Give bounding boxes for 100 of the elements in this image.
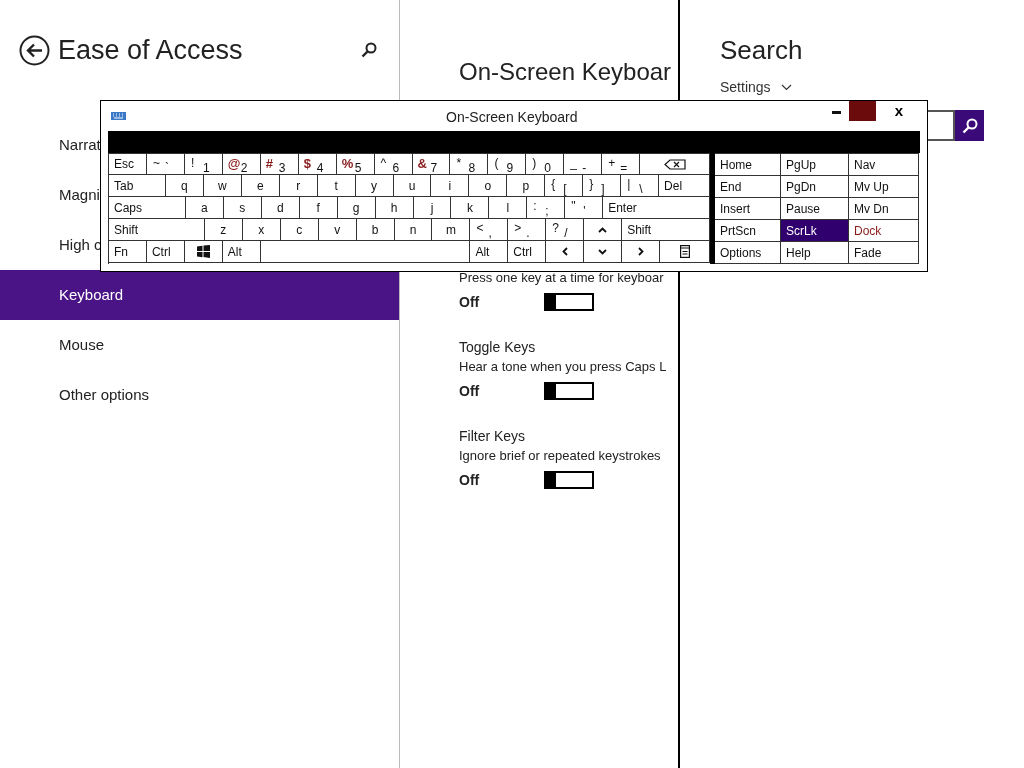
- key[interactable]: Esc: [109, 154, 147, 175]
- key[interactable]: Tab: [109, 175, 166, 197]
- nav-item[interactable]: Other options: [0, 370, 399, 420]
- key[interactable]: g: [337, 197, 376, 219]
- key[interactable]: [546, 241, 585, 263]
- key[interactable]: Caps: [109, 197, 186, 219]
- key[interactable]: ? /: [546, 219, 585, 241]
- key[interactable]: _ -: [564, 154, 603, 175]
- key[interactable]: s: [223, 197, 262, 219]
- key[interactable]: o: [469, 175, 508, 197]
- key[interactable]: [584, 219, 623, 241]
- key[interactable]: Alt: [470, 241, 509, 263]
- key[interactable]: ~ `: [146, 154, 185, 175]
- toggle-switch[interactable]: [544, 293, 594, 311]
- key[interactable]: [660, 241, 710, 263]
- key[interactable]: q: [165, 175, 204, 197]
- key[interactable]: Pause: [781, 198, 849, 220]
- nav-item[interactable]: Mouse: [0, 320, 399, 370]
- key[interactable]: a: [185, 197, 224, 219]
- key[interactable]: { [: [545, 175, 584, 197]
- key[interactable]: Fn: [109, 241, 147, 263]
- key[interactable]: i: [431, 175, 470, 197]
- key[interactable]: Nav: [849, 154, 919, 176]
- back-button[interactable]: [19, 34, 50, 66]
- key[interactable]: Help: [781, 242, 849, 264]
- key[interactable]: ! 1: [184, 154, 223, 175]
- keyboard-icon: [111, 112, 126, 120]
- key[interactable]: e: [241, 175, 280, 197]
- key[interactable]: p: [507, 175, 546, 197]
- key[interactable]: m: [432, 219, 471, 241]
- setting-description: Press one key at a time for keyboar: [459, 269, 664, 287]
- key[interactable]: [184, 241, 223, 263]
- key[interactable]: t: [317, 175, 356, 197]
- backspace-icon: [663, 158, 686, 170]
- space-bar[interactable]: [260, 241, 471, 263]
- toggle-state-label: Off: [459, 470, 481, 490]
- key[interactable]: ( 9: [488, 154, 527, 175]
- key[interactable]: [622, 241, 661, 263]
- menu-icon: [679, 245, 690, 258]
- key[interactable]: # 3: [260, 154, 299, 175]
- key[interactable]: ) 0: [526, 154, 565, 175]
- key[interactable]: PgUp: [781, 154, 849, 176]
- key[interactable]: Home: [715, 154, 781, 176]
- toggle-switch[interactable]: [544, 471, 594, 489]
- key[interactable]: Ctrl: [146, 241, 185, 263]
- key[interactable]: [584, 241, 623, 263]
- key[interactable]: | \: [621, 175, 660, 197]
- setting-description: Ignore brief or repeated keystrokes: [459, 447, 661, 465]
- key[interactable]: < ,: [470, 219, 509, 241]
- key[interactable]: } ]: [583, 175, 622, 197]
- key[interactable]: Ctrl: [508, 241, 547, 263]
- key[interactable]: Insert: [715, 198, 781, 220]
- chevron-right-icon: [637, 247, 644, 256]
- key[interactable]: End: [715, 176, 781, 198]
- key[interactable]: j: [413, 197, 452, 219]
- toggle-switch[interactable]: [544, 382, 594, 400]
- panel-title: Search: [720, 34, 804, 67]
- key[interactable]: PgDn: [781, 176, 849, 198]
- key[interactable]: Options: [715, 242, 781, 264]
- key[interactable]: l: [489, 197, 528, 219]
- key[interactable]: PrtScn: [715, 220, 781, 242]
- key[interactable]: Alt: [222, 241, 261, 263]
- key[interactable]: r: [279, 175, 318, 197]
- key[interactable]: h: [375, 197, 414, 219]
- key[interactable]: d: [261, 197, 300, 219]
- key[interactable]: $ 4: [298, 154, 337, 175]
- key[interactable]: v: [318, 219, 357, 241]
- key[interactable]: @2: [222, 154, 261, 175]
- windows-logo-icon: [196, 245, 210, 258]
- key[interactable]: Dock: [849, 220, 919, 242]
- key[interactable]: y: [355, 175, 394, 197]
- key[interactable]: n: [394, 219, 433, 241]
- toggle-state-label: Off: [459, 381, 481, 401]
- close-button[interactable]: x: [889, 101, 909, 121]
- key[interactable]: : ;: [527, 197, 566, 219]
- scope-dropdown[interactable]: Settings: [720, 77, 792, 98]
- key[interactable]: * 8: [450, 154, 489, 175]
- key[interactable]: w: [203, 175, 242, 197]
- key[interactable]: z: [204, 219, 243, 241]
- key[interactable]: u: [393, 175, 432, 197]
- key[interactable]: ^ 6: [374, 154, 413, 175]
- key[interactable]: b: [356, 219, 395, 241]
- key[interactable]: k: [451, 197, 490, 219]
- nav-item[interactable]: Keyboard: [0, 270, 399, 320]
- key[interactable]: > .: [508, 219, 547, 241]
- key[interactable]: Mv Dn: [849, 198, 919, 220]
- search-icon: [961, 117, 978, 134]
- key[interactable]: x: [242, 219, 281, 241]
- key[interactable]: ScrLk: [781, 220, 849, 242]
- search-button[interactable]: [955, 110, 984, 141]
- key[interactable]: %5: [336, 154, 375, 175]
- key[interactable]: Shift: [109, 219, 205, 241]
- key[interactable]: + =: [602, 154, 641, 175]
- search-button[interactable]: [359, 40, 379, 60]
- key[interactable]: f: [299, 197, 338, 219]
- key[interactable]: Fade: [849, 242, 919, 264]
- key[interactable]: " ': [565, 197, 604, 219]
- key[interactable]: c: [280, 219, 319, 241]
- key[interactable]: Mv Up: [849, 176, 919, 198]
- key[interactable]: & 7: [412, 154, 451, 175]
